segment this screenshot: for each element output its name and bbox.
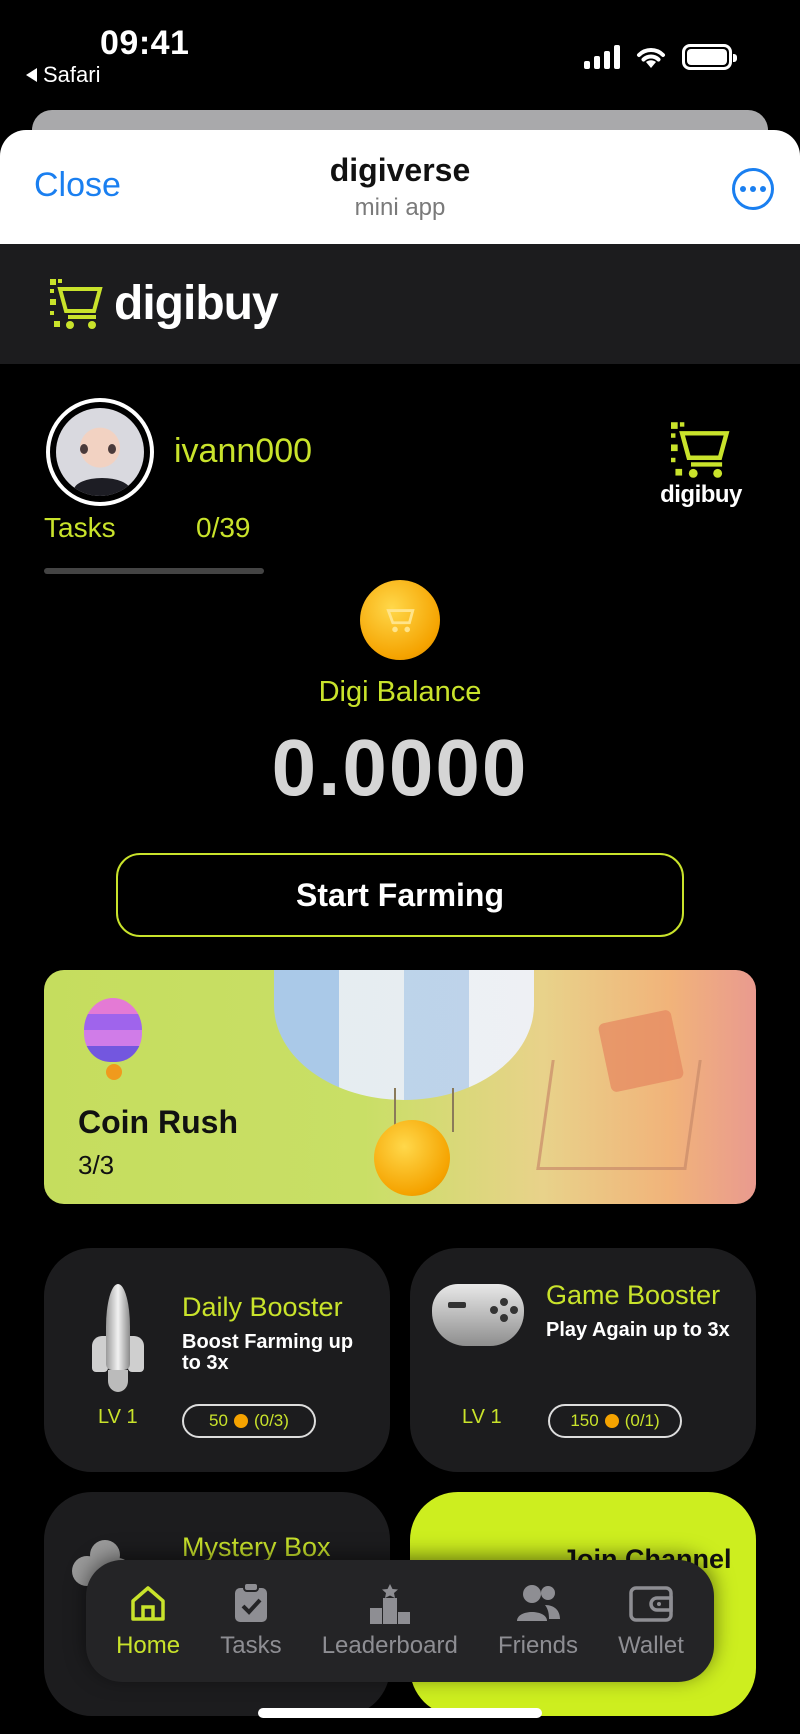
coin-icon bbox=[233, 1414, 248, 1428]
start-farming-button[interactable]: Start Farming bbox=[116, 853, 684, 937]
back-arrow-icon bbox=[26, 68, 37, 82]
tab-label: Home bbox=[116, 1632, 181, 1659]
balloon-icon bbox=[84, 998, 142, 1080]
back-to-safari[interactable]: Safari bbox=[26, 62, 100, 88]
booster-cost: 150 bbox=[570, 1411, 599, 1430]
shopping-cart-illustration bbox=[536, 1060, 702, 1170]
bottom-tab-bar: Home Tasks Leaderboard Friends Wallet bbox=[86, 1560, 714, 1682]
cart-logo-icon bbox=[671, 422, 730, 478]
booster-level: LV 1 bbox=[98, 1406, 138, 1428]
coin-icon bbox=[604, 1414, 619, 1428]
coin-illustration bbox=[374, 1120, 450, 1196]
booster-level: LV 1 bbox=[462, 1406, 502, 1428]
tab-friends[interactable]: Friends bbox=[498, 1582, 578, 1660]
booster-description: Play Again up to 3x bbox=[546, 1319, 730, 1341]
mystery-box-title: Mystery Box bbox=[182, 1532, 331, 1562]
coin-rush-banner[interactable]: Coin Rush 3/3 bbox=[44, 970, 756, 1204]
tasks-label: Tasks bbox=[44, 512, 116, 543]
mini-app-header: Close digiverse mini app bbox=[0, 130, 800, 244]
booster-uses: (0/1) bbox=[624, 1411, 660, 1430]
hot-air-balloon-illustration bbox=[274, 970, 534, 1100]
more-options-button[interactable] bbox=[732, 168, 774, 210]
brand-bar: digibuy bbox=[0, 244, 800, 364]
wifi-icon bbox=[637, 48, 665, 68]
system-icons bbox=[584, 44, 737, 70]
back-app-label: Safari bbox=[43, 62, 101, 87]
tab-label: Tasks bbox=[220, 1632, 282, 1659]
balance-label: Digi Balance bbox=[318, 676, 482, 708]
rocket-icon bbox=[88, 1284, 148, 1394]
booster-cost: 50 bbox=[209, 1411, 228, 1430]
booster-title: Game Booster bbox=[546, 1280, 721, 1310]
podium-icon bbox=[367, 1582, 413, 1624]
home-indicator[interactable] bbox=[258, 1708, 542, 1718]
tab-label: Leaderboard bbox=[321, 1632, 458, 1659]
tasks-count: 0/39 bbox=[196, 512, 251, 543]
booster-cost-button[interactable]: 150 (0/1) bbox=[548, 1404, 682, 1438]
corner-brand-logo: digibuy bbox=[656, 420, 746, 509]
tab-wallet[interactable]: Wallet bbox=[618, 1582, 684, 1660]
tab-tasks[interactable]: Tasks bbox=[220, 1582, 282, 1660]
clipboard-icon bbox=[228, 1582, 274, 1624]
brand-logo: digibuy bbox=[48, 276, 279, 331]
tab-home[interactable]: Home bbox=[116, 1582, 180, 1660]
more-dot-icon bbox=[740, 186, 746, 192]
daily-booster-card[interactable]: Daily Booster Boost Farming up to 3x LV … bbox=[44, 1248, 390, 1472]
corner-logo-text: digibuy bbox=[660, 481, 742, 508]
app-title: digiverse bbox=[329, 152, 471, 188]
coin-rush-count: 3/3 bbox=[78, 1150, 115, 1180]
battery-icon bbox=[682, 44, 737, 70]
cart-logo-icon bbox=[50, 278, 103, 329]
avatar[interactable] bbox=[46, 398, 154, 506]
tab-label: Friends bbox=[497, 1632, 578, 1659]
tasks-progress-bar bbox=[44, 568, 264, 574]
booster-title: Daily Booster bbox=[182, 1292, 343, 1322]
booster-description: Boost Farming up to 3x bbox=[182, 1331, 354, 1374]
coin-rush-title: Coin Rush bbox=[78, 1104, 238, 1140]
gamepad-icon bbox=[432, 1284, 524, 1346]
tab-label: Wallet bbox=[618, 1632, 684, 1659]
booster-uses: (0/3) bbox=[253, 1411, 289, 1430]
username: ivann000 bbox=[174, 432, 313, 470]
avatar-image bbox=[56, 408, 144, 496]
booster-cost-button[interactable]: 50 (0/3) bbox=[182, 1404, 316, 1438]
app-subtitle: mini app bbox=[354, 194, 446, 221]
balance-value: 0.0000 bbox=[271, 723, 529, 812]
digi-coin-icon bbox=[360, 580, 440, 660]
tab-leaderboard[interactable]: Leaderboard bbox=[322, 1582, 458, 1660]
game-booster-card[interactable]: Game Booster Play Again up to 3x LV 1 15… bbox=[410, 1248, 756, 1472]
status-bar: 09:41 Safari bbox=[0, 0, 800, 110]
cart-icon bbox=[386, 609, 415, 633]
cellular-signal-icon bbox=[584, 45, 620, 69]
home-icon bbox=[125, 1582, 171, 1624]
people-icon bbox=[515, 1582, 561, 1624]
wallet-icon bbox=[628, 1582, 674, 1624]
status-time: 09:41 bbox=[100, 24, 190, 62]
brand-name: digibuy bbox=[114, 277, 279, 330]
